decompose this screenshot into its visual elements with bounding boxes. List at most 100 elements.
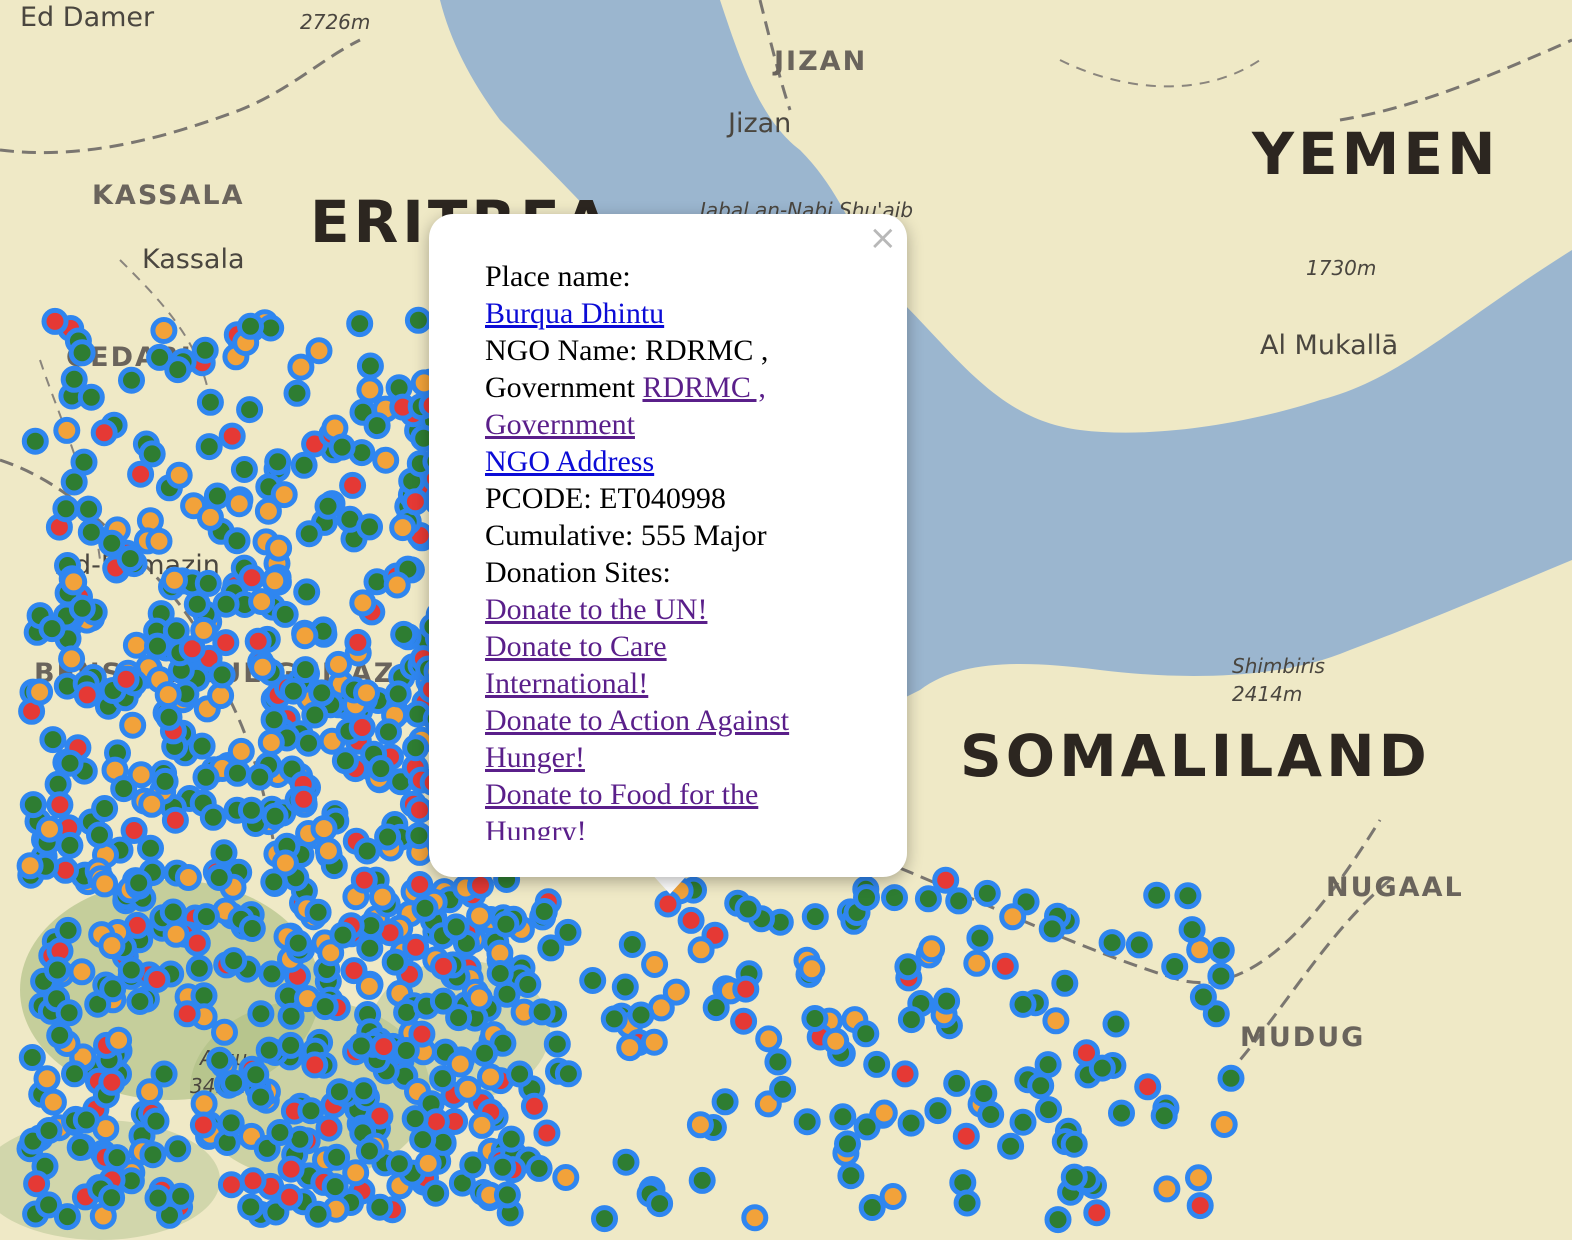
location-marker[interactable] <box>276 1183 304 1211</box>
location-marker[interactable] <box>1174 882 1202 910</box>
selected-marker[interactable] <box>654 890 682 918</box>
location-marker[interactable] <box>991 952 1019 980</box>
location-marker[interactable] <box>346 310 374 338</box>
location-marker[interactable] <box>301 701 329 729</box>
location-marker[interactable] <box>328 433 356 461</box>
location-marker[interactable] <box>891 1060 919 1088</box>
location-marker[interactable] <box>543 1030 571 1058</box>
location-marker[interactable] <box>138 790 166 818</box>
location-marker[interactable] <box>139 1141 167 1169</box>
location-marker[interactable] <box>493 1181 521 1209</box>
location-marker[interactable] <box>1217 1064 1245 1092</box>
location-marker[interactable] <box>686 1111 714 1139</box>
location-marker[interactable] <box>144 632 171 660</box>
location-marker[interactable] <box>390 620 418 648</box>
location-marker[interactable] <box>255 1036 283 1064</box>
location-marker[interactable] <box>271 600 299 628</box>
location-marker[interactable] <box>199 803 227 831</box>
location-marker[interactable] <box>953 1189 981 1217</box>
location-marker[interactable] <box>367 755 395 783</box>
location-marker[interactable] <box>489 1153 517 1181</box>
location-marker[interactable] <box>161 806 189 834</box>
place-name-link[interactable]: Burqua Dhintu <box>485 297 664 330</box>
location-marker[interactable] <box>897 1006 925 1034</box>
location-marker[interactable] <box>530 898 558 925</box>
location-marker[interactable] <box>261 802 289 830</box>
location-marker[interactable] <box>68 339 96 367</box>
location-marker[interactable] <box>1185 1164 1212 1192</box>
location-marker[interactable] <box>325 1078 353 1106</box>
location-marker[interactable] <box>497 1125 525 1153</box>
location-marker[interactable] <box>520 1092 548 1120</box>
location-marker[interactable] <box>242 1061 270 1089</box>
location-marker[interactable] <box>389 514 417 542</box>
location-marker[interactable] <box>945 887 973 915</box>
location-marker[interactable] <box>329 921 357 949</box>
location-marker[interactable] <box>223 527 251 555</box>
location-marker[interactable] <box>1143 881 1171 909</box>
location-marker[interactable] <box>370 1033 398 1061</box>
location-marker[interactable] <box>43 956 71 984</box>
location-marker[interactable] <box>277 1155 305 1183</box>
location-marker[interactable] <box>894 953 922 981</box>
location-marker[interactable] <box>897 1109 925 1137</box>
location-marker[interactable] <box>38 615 66 643</box>
location-marker[interactable] <box>155 703 183 731</box>
location-marker[interactable] <box>350 1077 378 1105</box>
location-marker[interactable] <box>677 906 705 934</box>
location-marker[interactable] <box>60 365 88 393</box>
location-marker[interactable] <box>290 451 318 479</box>
location-marker[interactable] <box>734 895 762 923</box>
location-marker[interactable] <box>142 1107 170 1135</box>
location-marker[interactable] <box>612 1148 640 1176</box>
location-marker[interactable] <box>90 419 118 447</box>
location-marker[interactable] <box>506 1060 534 1088</box>
location-marker[interactable] <box>933 987 961 1015</box>
location-marker[interactable] <box>224 759 251 787</box>
location-marker[interactable] <box>402 933 430 961</box>
location-marker[interactable] <box>46 1021 74 1049</box>
location-marker[interactable] <box>189 1111 217 1139</box>
location-marker[interactable] <box>238 564 266 592</box>
location-marker[interactable] <box>687 936 715 964</box>
location-marker[interactable] <box>208 661 236 689</box>
location-marker[interactable] <box>445 1004 473 1032</box>
location-marker[interactable] <box>237 796 265 824</box>
location-marker[interactable] <box>73 681 101 709</box>
location-marker[interactable] <box>350 866 378 894</box>
location-marker[interactable] <box>688 1166 716 1194</box>
location-marker[interactable] <box>1060 1163 1088 1191</box>
location-marker[interactable] <box>627 1001 655 1029</box>
location-marker[interactable] <box>206 1046 234 1074</box>
location-marker[interactable] <box>247 1000 275 1028</box>
location-marker[interactable] <box>212 590 240 618</box>
location-marker[interactable] <box>662 978 690 1006</box>
location-marker[interactable] <box>54 916 82 944</box>
location-marker[interactable] <box>640 1028 668 1056</box>
location-marker[interactable] <box>99 975 127 1003</box>
location-marker[interactable] <box>164 356 192 384</box>
location-marker[interactable] <box>261 567 289 595</box>
location-marker[interactable] <box>72 1106 100 1134</box>
location-marker[interactable] <box>217 1171 245 1199</box>
location-marker[interactable] <box>528 998 556 1026</box>
location-marker[interactable] <box>467 871 494 899</box>
location-marker[interactable] <box>247 1083 275 1111</box>
location-marker[interactable] <box>227 737 255 765</box>
location-marker[interactable] <box>1150 1102 1178 1130</box>
location-marker[interactable] <box>117 956 145 984</box>
location-marker[interactable] <box>116 545 144 573</box>
location-marker[interactable] <box>1051 969 1079 997</box>
location-marker[interactable] <box>162 920 190 948</box>
location-marker[interactable] <box>244 627 272 655</box>
location-marker[interactable] <box>16 852 44 880</box>
location-marker[interactable] <box>730 1007 758 1035</box>
location-marker[interactable] <box>260 706 288 734</box>
location-marker[interactable] <box>769 1075 797 1103</box>
location-marker[interactable] <box>291 622 319 650</box>
location-marker[interactable] <box>801 1005 829 1032</box>
location-marker[interactable] <box>203 482 231 510</box>
location-marker[interactable] <box>348 714 376 741</box>
location-marker[interactable] <box>126 988 154 1015</box>
location-marker[interactable] <box>21 427 49 455</box>
